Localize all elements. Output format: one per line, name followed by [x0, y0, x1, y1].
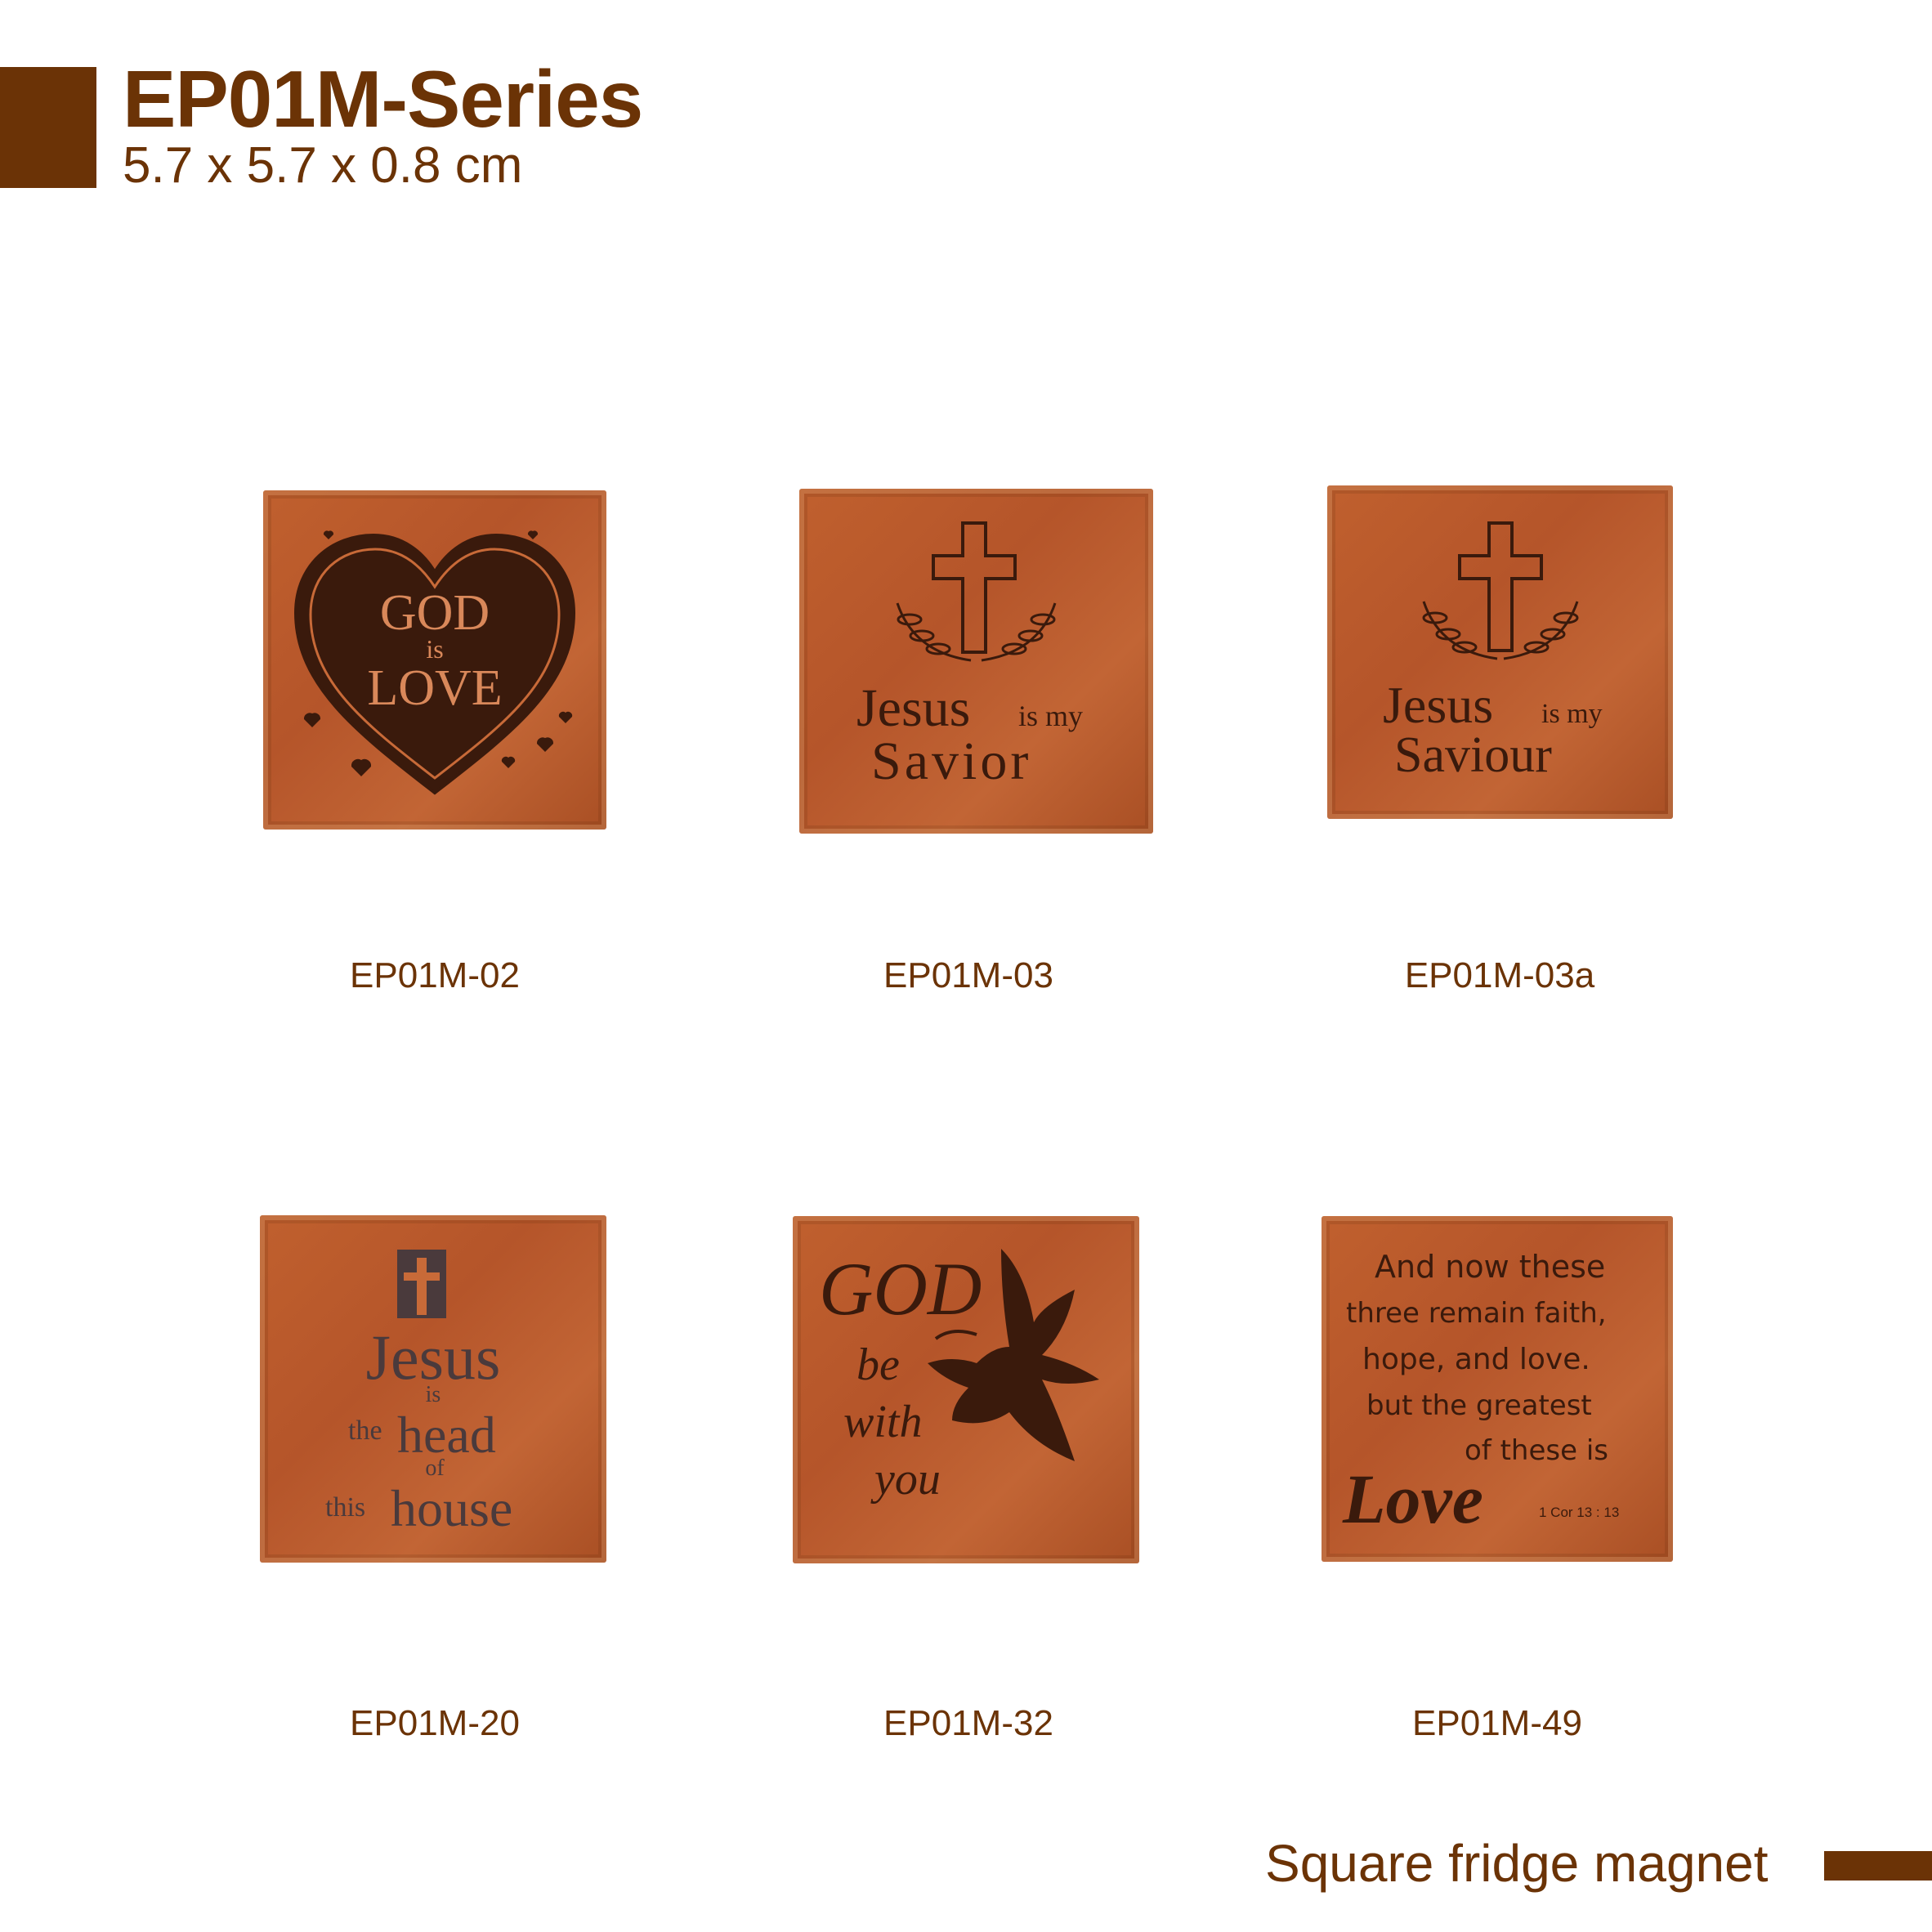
series-title: EP01M-Series [123, 54, 643, 144]
cross-icon [932, 521, 1017, 654]
engraving-line-4: but the greatest [1366, 1389, 1592, 1422]
engraving-house: house [391, 1479, 512, 1537]
engraving-savior: Savior [871, 731, 1031, 791]
engraving-love: LOVE [367, 660, 502, 716]
product-code: EP01M-02 [350, 955, 520, 995]
footer-label: Square fridge magnet [1265, 1834, 1769, 1893]
engraving-of: of [425, 1456, 445, 1481]
product-image-ep01m-02[interactable]: GOD is LOVE [263, 490, 606, 830]
product-code: EP01M-20 [350, 1703, 520, 1743]
god-is-love-engraving: GOD is LOVE [293, 530, 576, 795]
product-image-ep01m-49[interactable]: And now these three remain faith, hope, … [1322, 1216, 1673, 1562]
engraving-is: is [426, 1382, 441, 1407]
engraving-the: the [348, 1415, 382, 1446]
engraving-is: is [426, 634, 443, 664]
cross-wreath-engraving: Jesus is my Savior [856, 521, 1083, 791]
faith-hope-love-engraving: And now these three remain faith, hope, … [1342, 1249, 1619, 1538]
engraving-head: head [397, 1406, 496, 1464]
product-code: EP01M-03a [1404, 955, 1595, 995]
cross-icon [1458, 521, 1543, 652]
brand-block [0, 67, 96, 188]
product-image-ep01m-03[interactable]: Jesus is my Savior [799, 489, 1153, 834]
engraving-this: this [325, 1492, 365, 1523]
engraving-you: you [870, 1454, 941, 1505]
engraving-line-3: hope, and love. [1362, 1343, 1590, 1376]
product-image-ep01m-03a[interactable]: Jesus is my Saviour [1327, 485, 1673, 819]
engraving-is-my: is my [1018, 700, 1083, 732]
product-image-ep01m-32[interactable]: GOD be with you [793, 1216, 1139, 1563]
engraving-line-1: And now these [1375, 1249, 1605, 1285]
engraving-verse: 1 Cor 13 : 13 [1539, 1505, 1619, 1520]
cross-icon [397, 1250, 446, 1318]
engraving-jesus: Jesus [856, 678, 970, 738]
engraving-god: GOD [380, 585, 490, 641]
product-image-ep01m-20[interactable]: Jesus is the head of this house [260, 1215, 606, 1563]
engraving-be: be [856, 1339, 900, 1390]
engraving-with: with [843, 1397, 922, 1447]
engraving-saviour: Saviour [1394, 727, 1552, 783]
series-dimensions: 5.7 x 5.7 x 0.8 cm [123, 137, 523, 194]
jesus-head-house-engraving: Jesus is the head of this house [325, 1250, 512, 1537]
product-code: EP01M-49 [1412, 1703, 1582, 1743]
engraving-line-5: of these is [1465, 1434, 1608, 1467]
engraving-is-my: is my [1541, 699, 1603, 729]
engraving-love: Love [1342, 1460, 1483, 1538]
product-code: EP01M-03 [883, 955, 1053, 995]
god-be-with-you-engraving: GOD be with you [819, 1247, 1099, 1505]
engraving-jesus: Jesus [1383, 676, 1493, 734]
product-code: EP01M-32 [883, 1703, 1053, 1743]
engraving-god: GOD [819, 1247, 982, 1330]
cross-wreath-engraving: Jesus is my Saviour [1383, 521, 1603, 783]
engraving-line-2: three remain faith, [1346, 1297, 1607, 1330]
footer-bar [1824, 1851, 1932, 1881]
